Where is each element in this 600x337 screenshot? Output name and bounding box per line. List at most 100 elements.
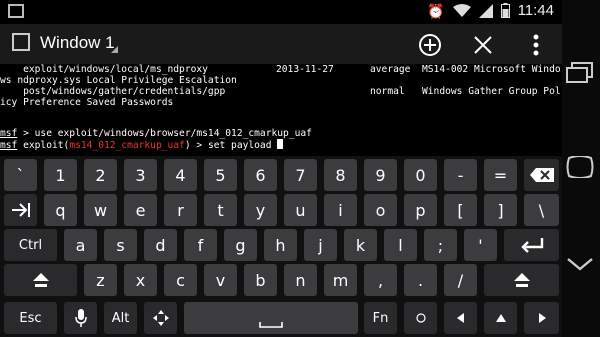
text-cursor [277,139,284,149]
key-backslash[interactable]: \ [524,194,559,226]
key-right-bracket[interactable]: ] [484,194,517,226]
key-a[interactable]: a [64,229,97,261]
key-8[interactable]: 8 [324,159,357,191]
terminal-line-desc: Windows Gather Group Pol [422,86,561,97]
overflow-menu-button[interactable] [520,29,552,61]
enter-key[interactable] [504,229,559,261]
key-i[interactable]: i [324,194,357,226]
key-g[interactable]: g [224,229,257,261]
navigation-bar [562,0,600,337]
terminal-command-line: msf > use exploit/windows/browser/ms14_0… [0,128,312,139]
tab-key[interactable] [4,194,37,226]
status-bar: ⏰ 11:44 [0,0,562,24]
key-s[interactable]: s [104,229,137,261]
key-comma[interactable]: , [364,264,397,296]
alt-key[interactable]: Alt [104,302,137,334]
key-c[interactable]: c [164,264,197,296]
microphone-icon [74,309,87,327]
terminal-line-date: 2013-11-27 [276,64,334,75]
terminal-command-line: msf exploit(ms14_012_cmarkup_uaf) > set … [0,139,284,151]
shift-key-left[interactable] [4,264,77,296]
arrow-left-key[interactable] [444,302,477,334]
terminal-notification-icon [8,4,24,18]
recent-apps-icon [566,62,593,83]
key-2[interactable]: 2 [84,159,117,191]
key-m[interactable]: m [324,264,357,296]
key-o[interactable]: o [364,194,397,226]
command-text: ) > set payload [184,140,278,151]
space-bar-icon [259,322,283,328]
key-j[interactable]: j [304,229,337,261]
key-h[interactable]: h [264,229,297,261]
key-b[interactable]: b [244,264,277,296]
battery-icon [500,3,510,18]
key-6[interactable]: 6 [244,159,277,191]
key-d[interactable]: d [144,229,177,261]
key-5[interactable]: 5 [204,159,237,191]
chevron-down-icon [567,258,593,271]
key-equals[interactable]: = [484,159,517,191]
key-9[interactable]: 9 [364,159,397,191]
circle-icon [415,313,426,323]
cursor-home-key[interactable] [404,302,437,334]
key-4[interactable]: 4 [164,159,197,191]
arrow-right-icon [538,313,546,323]
back-button[interactable] [566,256,594,276]
key-slash[interactable]: / [444,264,477,296]
key-backtick[interactable]: ` [4,159,37,191]
key-l[interactable]: l [384,229,417,261]
esc-key[interactable]: Esc [4,302,57,334]
key-k[interactable]: k [344,229,377,261]
key-quote[interactable]: ' [464,229,497,261]
key-3[interactable]: 3 [124,159,157,191]
prompt-text: exploit( [17,140,70,151]
shift-icon [513,273,530,287]
key-x[interactable]: x [124,264,157,296]
shift-key-right[interactable] [484,264,559,296]
key-left-bracket[interactable]: [ [444,194,477,226]
screen: ⏰ 11:44 Window 1 exploit/windows/local/m… [0,0,562,337]
key-e[interactable]: e [124,194,157,226]
arrow-right-key[interactable] [524,302,559,334]
key-r[interactable]: r [164,194,197,226]
key-1[interactable]: 1 [44,159,77,191]
key-w[interactable]: w [84,194,117,226]
key-n[interactable]: n [284,264,317,296]
key-u[interactable]: u [284,194,317,226]
key-v[interactable]: v [204,264,237,296]
settings-key[interactable] [144,302,177,334]
fn-key[interactable]: Fn [364,302,397,334]
terminal-line: icy Preference Saved Passwords [0,97,174,108]
module-name: ms14_012_cmarkup_uaf [69,140,185,151]
key-0[interactable]: 0 [404,159,437,191]
ctrl-key[interactable]: Ctrl [4,229,57,261]
space-key[interactable] [184,302,358,334]
new-window-button[interactable] [414,29,446,61]
key-p[interactable]: p [404,194,437,226]
key-q[interactable]: q [44,194,77,226]
arrow-up-icon [495,314,506,322]
close-window-button[interactable] [467,29,499,61]
arrow-up-key[interactable] [484,302,517,334]
key-f[interactable]: f [184,229,217,261]
key-semicolon[interactable]: ; [424,229,457,261]
terminal-line: exploit/windows/local/ms_ndproxy [0,64,208,75]
msf-prompt: msf [0,140,18,151]
key-7[interactable]: 7 [284,159,317,191]
key-z[interactable]: z [84,264,117,296]
voice-input-key[interactable] [64,302,97,334]
recent-apps-button[interactable] [566,62,594,88]
window-dropdown-icon[interactable] [111,46,118,53]
key-t[interactable]: t [204,194,237,226]
alarm-icon: ⏰ [427,2,445,19]
terminal-output[interactable]: exploit/windows/local/ms_ndproxy 2013-11… [0,64,562,156]
backspace-key[interactable] [524,159,559,191]
terminal-line: post/windows/gather/credentials/gpp [0,86,226,97]
home-button[interactable] [566,155,594,182]
arrow-left-icon [456,313,464,323]
msf-prompt: msf [0,128,18,139]
key-minus[interactable]: - [444,159,477,191]
key-y[interactable]: y [244,194,277,226]
window-title[interactable]: Window 1 [40,33,115,53]
key-period[interactable]: . [404,264,437,296]
